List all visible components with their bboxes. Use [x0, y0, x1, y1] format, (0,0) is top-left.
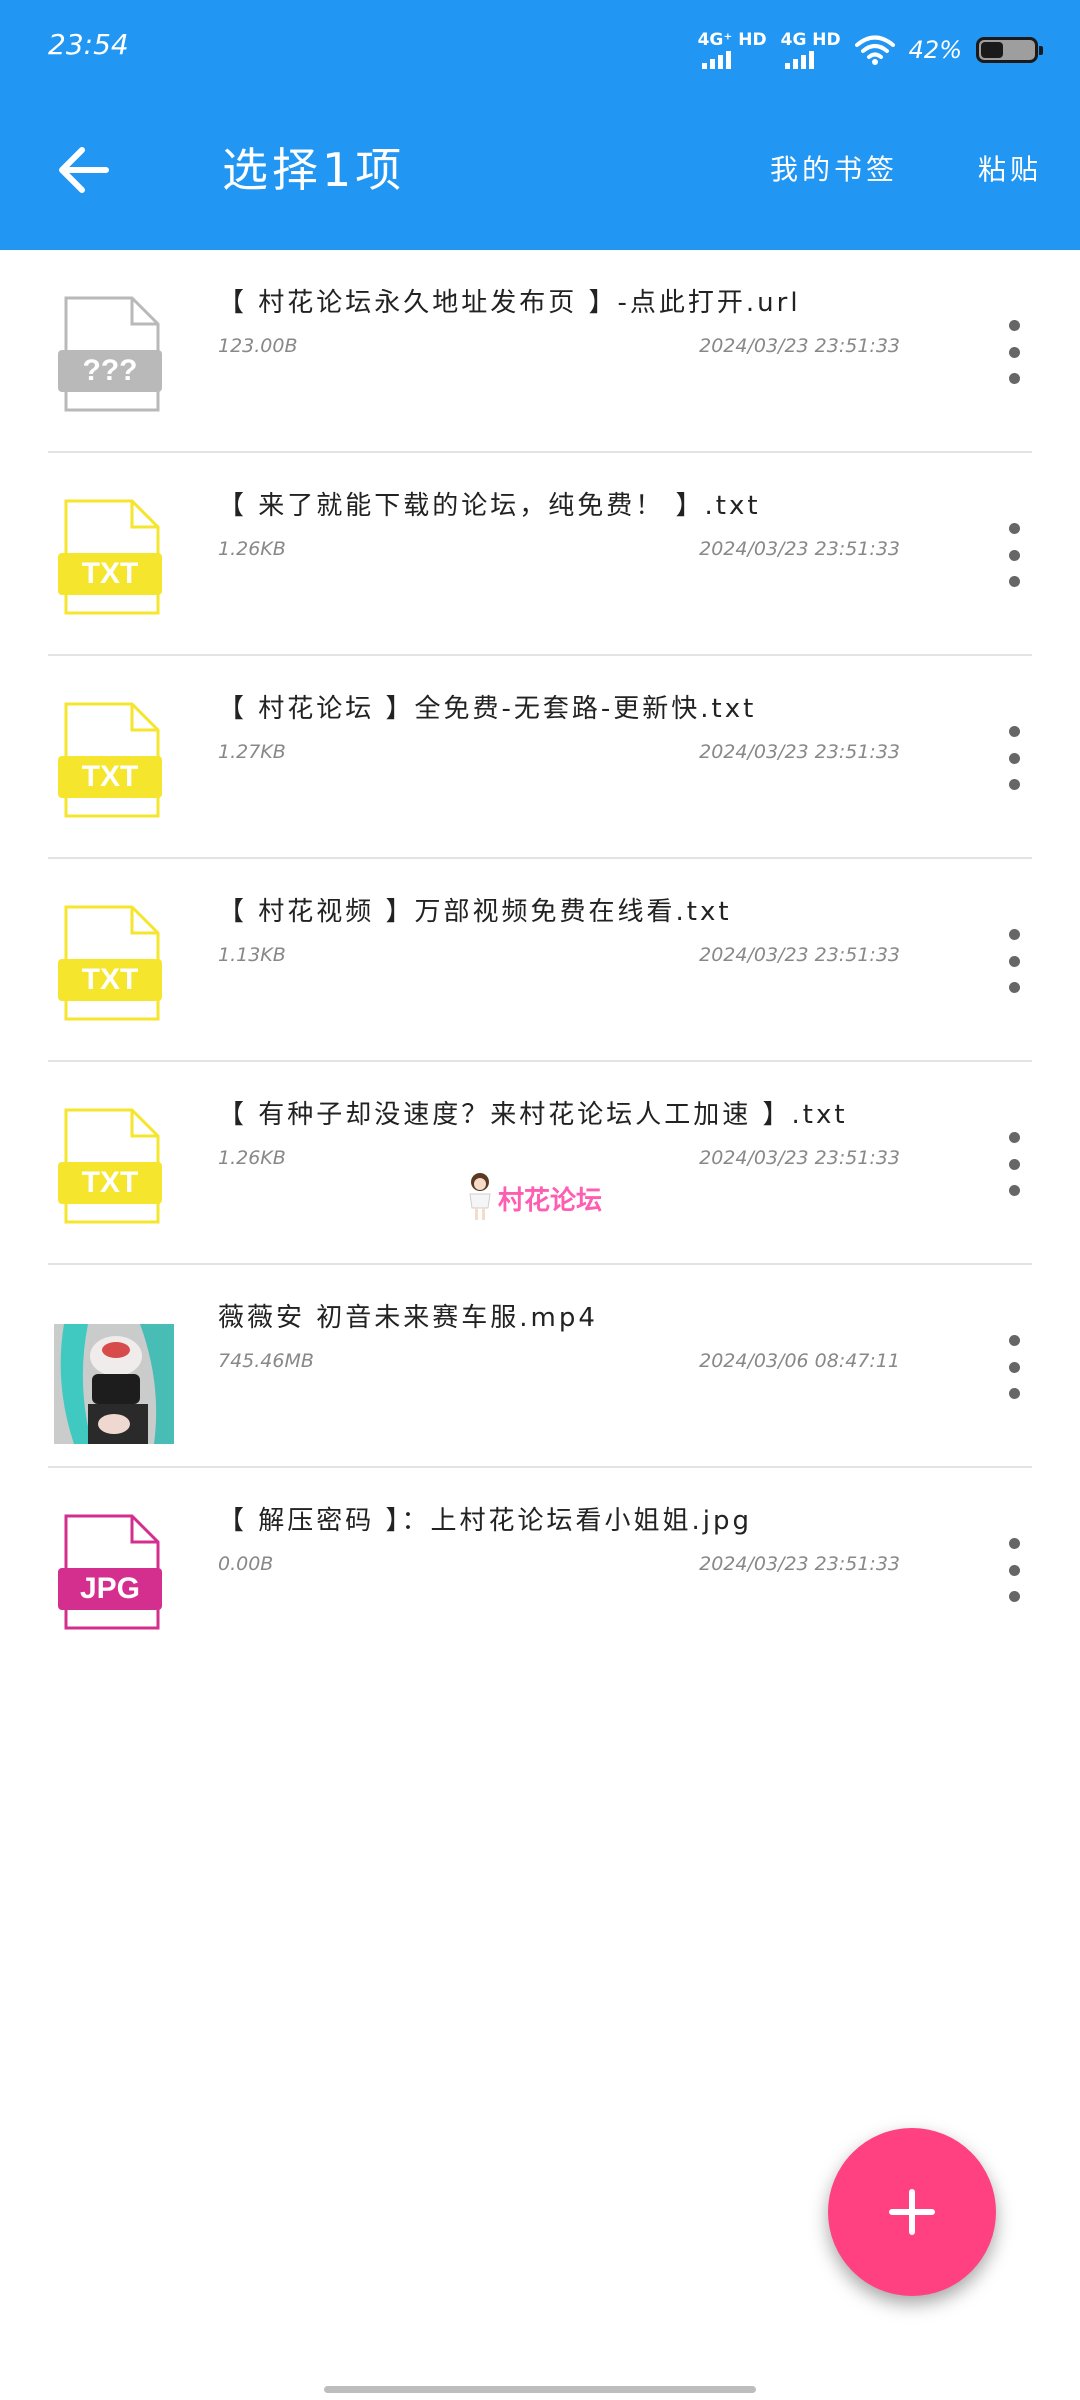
file-name: 【 村花视频 】万部视频免费在线看.txt	[218, 897, 732, 927]
txt-file-icon: TXT	[58, 702, 162, 818]
watermark: 村花论坛	[466, 1172, 602, 1224]
video-thumbnail	[54, 1324, 174, 1444]
jpg-file-icon: JPG	[58, 1514, 162, 1630]
file-row[interactable]: ??? 【 村花论坛永久地址发布页 】-点此打开.url 123.00B 202…	[0, 250, 1080, 453]
file-date: 2024/03/23 23:51:33	[699, 741, 900, 763]
unknown-file-icon: ???	[58, 296, 162, 412]
more-options-button[interactable]	[998, 1132, 1030, 1196]
wifi-icon	[854, 34, 895, 66]
file-row[interactable]: 薇薇安 初音未来赛车服.mp4 745.46MB 2024/03/06 08:4…	[0, 1265, 1080, 1468]
app-bar: 23:54 4G⁺ HD 4G HD 42% 选择1项 我的书签 粘贴	[0, 0, 1080, 250]
file-name: 【 有种子却没速度？来村花论坛人工加速 】.txt	[218, 1100, 848, 1130]
file-row[interactable]: TXT 【 有种子却没速度？来村花论坛人工加速 】.txt 1.26KB 202…	[0, 1062, 1080, 1265]
file-size: 0.00B	[218, 1553, 274, 1575]
network-label-1: 4G⁺ HD	[697, 30, 767, 50]
file-date: 2024/03/23 23:51:33	[699, 538, 900, 560]
file-badge: TXT	[82, 963, 139, 996]
more-options-button[interactable]	[998, 1335, 1030, 1399]
paste-button[interactable]: 粘贴	[978, 148, 1042, 192]
page-title: 选择1项	[222, 143, 406, 197]
status-time: 23:54	[48, 28, 129, 61]
file-row[interactable]: TXT 【 来了就能下载的论坛，纯免费！ 】.txt 1.26KB 2024/0…	[0, 453, 1080, 656]
file-list: ??? 【 村花论坛永久地址发布页 】-点此打开.url 123.00B 202…	[0, 250, 1080, 1671]
bookmarks-button[interactable]: 我的书签	[770, 148, 898, 192]
file-badge: TXT	[82, 557, 139, 590]
file-row[interactable]: JPG 【 解压密码 】：上村花论坛看小姐姐.jpg 0.00B 2024/03…	[0, 1468, 1080, 1671]
status-icons: 4G⁺ HD 4G HD 42%	[698, 26, 1043, 74]
girl-mascot-icon	[469, 1173, 491, 1220]
file-date: 2024/03/23 23:51:33	[699, 1553, 900, 1575]
battery-percent: 42%	[908, 36, 962, 64]
file-date: 2024/03/06 08:47:11	[699, 1350, 900, 1372]
more-options-button[interactable]	[998, 320, 1030, 384]
network-label-2: 4G HD	[780, 30, 841, 50]
file-name: 【 来了就能下载的论坛，纯免费！ 】.txt	[218, 491, 761, 521]
file-size: 745.46MB	[218, 1350, 314, 1372]
file-badge: JPG	[80, 1572, 140, 1605]
file-row[interactable]: TXT 【 村花视频 】万部视频免费在线看.txt 1.13KB 2024/03…	[0, 859, 1080, 1062]
txt-file-icon: TXT	[58, 905, 162, 1021]
file-row[interactable]: TXT 【 村花论坛 】全免费-无套路-更新快.txt 1.27KB 2024/…	[0, 656, 1080, 859]
file-name: 薇薇安 初音未来赛车服.mp4	[218, 1303, 598, 1333]
signal-icon: 4G HD	[781, 31, 841, 69]
file-date: 2024/03/23 23:51:33	[699, 944, 900, 966]
signal-icon: 4G⁺ HD	[698, 31, 767, 69]
file-badge: TXT	[82, 1166, 139, 1199]
file-badge: TXT	[82, 760, 139, 793]
watermark-text: 村花论坛	[498, 1185, 603, 1216]
file-name: 【 村花论坛 】全免费-无套路-更新快.txt	[218, 694, 757, 724]
file-size: 1.26KB	[218, 1147, 286, 1169]
arrow-left-icon	[59, 147, 109, 193]
more-options-button[interactable]	[998, 726, 1030, 790]
file-date: 2024/03/23 23:51:33	[699, 335, 900, 357]
file-date: 2024/03/23 23:51:33	[699, 1147, 900, 1169]
add-button[interactable]	[828, 2128, 996, 2296]
more-options-button[interactable]	[998, 929, 1030, 993]
back-button[interactable]	[52, 138, 116, 202]
file-size: 1.27KB	[218, 741, 286, 763]
file-size: 1.13KB	[218, 944, 286, 966]
txt-file-icon: TXT	[58, 1108, 162, 1224]
file-name: 【 村花论坛永久地址发布页 】-点此打开.url	[218, 288, 801, 318]
file-size: 1.26KB	[218, 538, 286, 560]
more-options-button[interactable]	[998, 1538, 1030, 1602]
gesture-nav-bar[interactable]	[324, 2386, 756, 2393]
txt-file-icon: TXT	[58, 499, 162, 615]
battery-icon	[976, 37, 1043, 63]
more-options-button[interactable]	[998, 523, 1030, 587]
file-badge: ???	[83, 354, 138, 387]
plus-icon	[889, 2189, 935, 2235]
file-size: 123.00B	[218, 335, 298, 357]
file-name: 【 解压密码 】：上村花论坛看小姐姐.jpg	[218, 1506, 753, 1536]
